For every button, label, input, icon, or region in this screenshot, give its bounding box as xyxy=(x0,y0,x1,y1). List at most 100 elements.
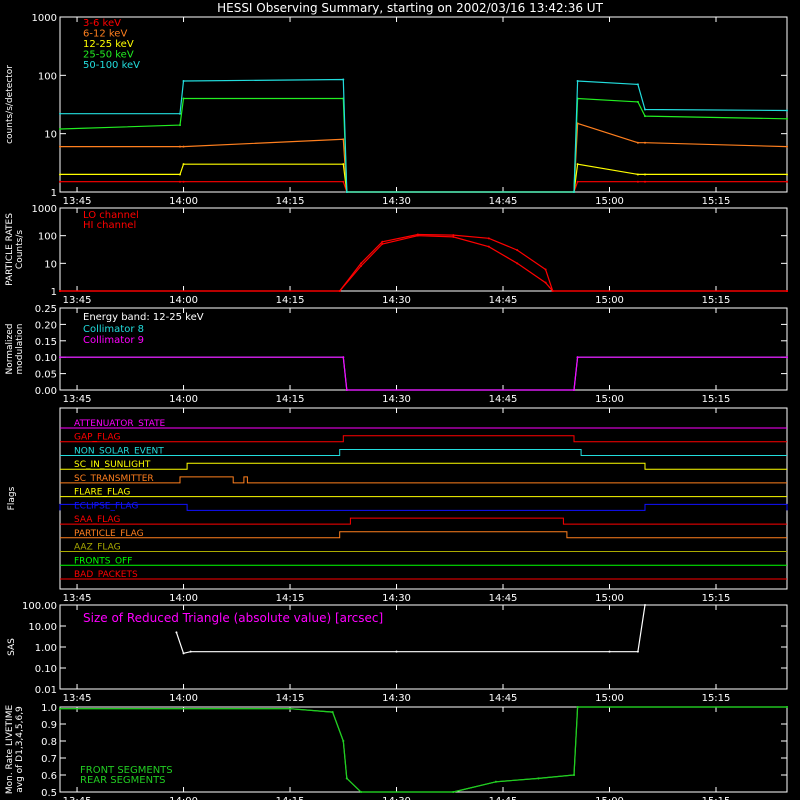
particle-rates-data-point xyxy=(360,262,363,265)
flags-x-tick-label: 14:15 xyxy=(276,593,305,604)
livetime-x-tick-label: 14:00 xyxy=(169,796,198,800)
livetime-y-axis-label: Mon. Rate LIVETIME xyxy=(5,705,15,795)
modulation-data-point xyxy=(342,356,345,359)
sas-annotation: Size of Reduced Triangle (absolute value… xyxy=(83,611,383,625)
livetime-x-tick-label: 14:45 xyxy=(489,796,518,800)
count-rates-data-point xyxy=(178,124,181,127)
count-rates-data-point xyxy=(644,173,647,176)
sas-data-point xyxy=(636,650,639,653)
particle-rates-y-axis-label: PARTICLE RATES xyxy=(5,213,15,286)
count-rates-data-point xyxy=(182,145,185,148)
modulation-legend-entry: Collimator 9 xyxy=(83,335,144,346)
modulation-x-tick-label: 14:30 xyxy=(382,394,411,405)
count-rates-data-point xyxy=(178,180,181,183)
sas-data-point xyxy=(175,631,178,634)
particle-rates-data-point xyxy=(544,268,547,271)
count-rates-data-point xyxy=(59,173,61,176)
count-rates-data-point xyxy=(59,145,61,148)
count-rates-data-point xyxy=(576,180,579,183)
count-rates-x-tick-label: 15:15 xyxy=(702,196,731,207)
count-rates-data-point xyxy=(576,79,579,82)
sas-x-tick-label: 14:00 xyxy=(169,693,198,704)
modulation-x-tick-label: 15:15 xyxy=(702,394,731,405)
flag-label: FRONTS_OFF xyxy=(74,556,132,566)
count-rates-y-tick-label: 100 xyxy=(38,71,57,82)
hessi-summary-figure: HESSI Observing Summary, starting on 200… xyxy=(0,0,800,800)
particle-rates-data-point xyxy=(381,242,384,245)
count-rates-x-tick-label: 14:15 xyxy=(276,196,305,207)
count-rates-data-point xyxy=(636,173,639,176)
flag-label: ECLIPSE_FLAG xyxy=(74,501,138,511)
sas-y-tick-label: 1.00 xyxy=(35,643,57,654)
livetime-data-point xyxy=(452,791,455,793)
livetime-data-point xyxy=(360,791,363,793)
count-rates-data-point xyxy=(182,163,185,166)
livetime-data-point xyxy=(786,706,788,708)
livetime-data-point xyxy=(573,774,576,776)
particle-rates-x-tick-label: 13:45 xyxy=(63,295,92,306)
modulation-y-tick-label: 0.20 xyxy=(35,320,57,331)
flags-x-tick-label: 14:00 xyxy=(169,593,198,604)
particle-rates-data-point xyxy=(487,245,490,248)
modulation-x-tick-label: 13:45 xyxy=(63,394,92,405)
flags-x-tick-label: 14:30 xyxy=(382,593,411,604)
particle-rates-x-tick-label: 14:15 xyxy=(276,295,305,306)
particle-rates-y-tick-label: 100 xyxy=(38,232,57,243)
count-rates-data-point xyxy=(576,163,579,166)
count-rates-data-point xyxy=(59,112,61,115)
sas-data-point xyxy=(608,650,611,653)
livetime-y-tick-label: 0.6 xyxy=(41,771,57,782)
particle-rates-x-tick-label: 14:00 xyxy=(169,295,198,306)
livetime-y-axis-label: avg of D1,3,4,5,6,9 xyxy=(15,706,25,793)
particle-rates-data-point xyxy=(551,290,554,292)
count-rates-y-tick-label: 10 xyxy=(44,130,57,141)
particle-rates-data-point xyxy=(786,290,788,292)
count-rates-legend-entry: 6-12 keV xyxy=(83,29,127,40)
particle-rates-x-tick-label: 15:15 xyxy=(702,295,731,306)
count-rates-data-point xyxy=(636,180,639,183)
livetime-x-tick-label: 13:45 xyxy=(63,796,92,800)
modulation-data-point xyxy=(786,356,788,359)
modulation-data-point xyxy=(59,356,61,359)
modulation-legend-entry: Collimator 8 xyxy=(83,324,144,335)
particle-rates-data-point xyxy=(516,249,519,252)
flag-label: SAA_FLAG xyxy=(74,515,120,525)
count-rates-data-point xyxy=(786,109,788,112)
count-rates-data-point xyxy=(644,115,647,118)
modulation-data-point xyxy=(573,389,576,391)
sas-x-tick-label: 14:30 xyxy=(382,693,411,704)
particle-rates-data-point xyxy=(516,262,519,265)
particle-rates-x-tick-label: 14:45 xyxy=(489,295,518,306)
modulation-y-tick-label: 0.05 xyxy=(35,370,57,381)
sas-y-tick-label: 100.00 xyxy=(22,601,57,612)
livetime-y-tick-label: 0.9 xyxy=(41,720,57,731)
count-rates-data-point xyxy=(342,163,345,166)
modulation-y-axis-label: modulation xyxy=(15,324,25,375)
count-rates-data-point xyxy=(178,112,181,115)
livetime-y-tick-label: 0.8 xyxy=(41,737,57,748)
livetime-legend-entry: REAR SEGMENTS xyxy=(80,775,166,786)
modulation-annotation: Energy band: 12-25 keV xyxy=(83,312,204,323)
flags-x-tick-label: 14:45 xyxy=(489,593,518,604)
livetime-data-point xyxy=(331,711,334,714)
particle-rates-data-point xyxy=(338,290,341,292)
count-rates-y-tick-label: 1 xyxy=(51,188,57,199)
particle-rates-data-point xyxy=(381,240,384,243)
count-rates-legend-entry: 50-100 keV xyxy=(83,60,140,71)
particle-rates-y-tick-label: 1000 xyxy=(32,204,57,215)
particle-rates-y-axis-label: Counts/s xyxy=(15,230,25,269)
count-rates-data-point xyxy=(182,79,185,82)
livetime-x-tick-label: 14:15 xyxy=(276,796,305,800)
count-rates-data-point xyxy=(786,117,788,120)
count-rates-data-point xyxy=(636,141,639,144)
modulation-x-tick-label: 15:00 xyxy=(595,394,624,405)
count-rates-data-point xyxy=(342,180,345,183)
modulation-y-tick-label: 0.25 xyxy=(35,304,57,315)
modulation-data-point xyxy=(576,356,579,359)
count-rates-data-point xyxy=(786,173,788,176)
flag-label: ATTENUATOR_STATE xyxy=(74,419,166,429)
flags-x-tick-label: 15:15 xyxy=(702,593,731,604)
modulation-y-tick-label: 0.00 xyxy=(35,386,57,397)
modulation-x-tick-label: 14:00 xyxy=(169,394,198,405)
sas-y-tick-label: 0.10 xyxy=(35,664,57,675)
